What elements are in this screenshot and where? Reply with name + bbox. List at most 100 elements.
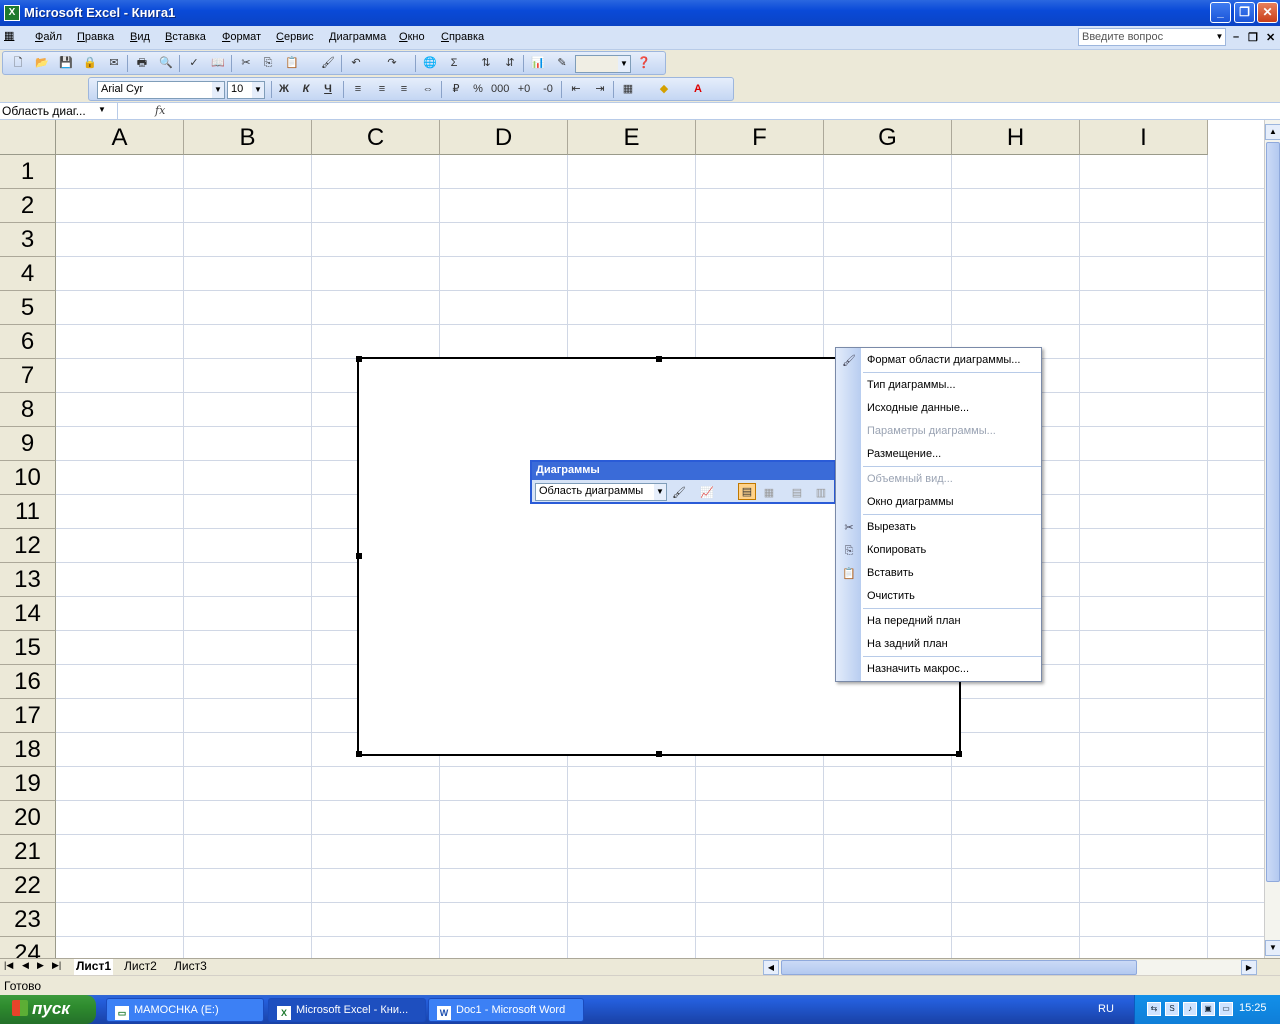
row-header[interactable]: 24 <box>0 937 56 958</box>
next-sheet-icon[interactable]: ▶ <box>37 960 44 971</box>
minimize-button[interactable]: _ <box>1210 2 1231 23</box>
save-icon[interactable]: 💾 <box>57 55 75 72</box>
doc-minimize-button[interactable]: – <box>1233 31 1239 43</box>
row-header[interactable]: 12 <box>0 529 56 563</box>
scroll-down-icon[interactable]: ▼ <box>1265 940 1280 956</box>
undo-icon[interactable]: ↶ <box>347 55 365 72</box>
menu-item-chart-window[interactable]: Окно диаграммы <box>867 496 954 508</box>
open-icon[interactable]: 📂 <box>33 55 51 72</box>
decrease-decimal-icon[interactable]: -0 <box>539 81 557 98</box>
menu-format[interactable]: Формат <box>222 31 261 43</box>
increase-decimal-icon[interactable]: +0 <box>515 81 533 98</box>
menu-item-chart-type[interactable]: Тип диаграммы... <box>867 379 956 391</box>
column-header[interactable]: D <box>440 120 568 155</box>
font-color-icon[interactable]: A <box>689 81 707 98</box>
underline-button[interactable]: Ч <box>319 81 337 98</box>
resize-handle[interactable] <box>956 751 962 757</box>
menu-item-location[interactable]: Размещение... <box>867 448 941 460</box>
sort-asc-icon[interactable]: ⇅ <box>477 55 495 72</box>
task-button-excel[interactable]: X Microsoft Excel - Кни... <box>268 998 426 1022</box>
cut-icon[interactable]: ✂ <box>237 55 255 72</box>
row-header[interactable]: 1 <box>0 155 56 189</box>
drawing-icon[interactable]: ✎ <box>553 55 571 72</box>
increase-indent-icon[interactable]: ⇥ <box>591 81 609 98</box>
permission-icon[interactable]: 🔒 <box>81 55 99 72</box>
percent-icon[interactable]: % <box>469 81 487 98</box>
borders-icon[interactable]: ▦ <box>619 81 637 98</box>
zoom-combo[interactable]: ▼ <box>575 55 631 73</box>
italic-button[interactable]: К <box>297 81 315 98</box>
by-row-icon[interactable]: ▤ <box>788 485 806 502</box>
align-center-icon[interactable]: ≡ <box>373 81 391 98</box>
first-sheet-icon[interactable]: |◀ <box>4 960 13 971</box>
row-header[interactable]: 4 <box>0 257 56 291</box>
column-header[interactable]: A <box>56 120 184 155</box>
maximize-button[interactable]: ❐ <box>1234 2 1255 23</box>
row-header[interactable]: 8 <box>0 393 56 427</box>
menu-item-bring-to-front[interactable]: На передний план <box>867 615 961 627</box>
new-icon[interactable]: 🗋 <box>9 55 27 72</box>
column-header[interactable]: F <box>696 120 824 155</box>
column-header[interactable]: H <box>952 120 1080 155</box>
row-header[interactable]: 22 <box>0 869 56 903</box>
row-header[interactable]: 19 <box>0 767 56 801</box>
vertical-scroll-thumb[interactable] <box>1266 142 1280 882</box>
menu-edit[interactable]: Правка <box>77 31 114 43</box>
scroll-right-icon[interactable]: ▶ <box>1241 960 1257 975</box>
menu-item-send-to-back[interactable]: На задний план <box>867 638 948 650</box>
merge-center-icon[interactable]: ⇔ <box>419 81 437 98</box>
doc-close-button[interactable]: ✕ <box>1266 31 1275 44</box>
row-header[interactable]: 9 <box>0 427 56 461</box>
menu-window[interactable]: Окно <box>399 31 425 43</box>
paste-icon[interactable]: 📋 <box>283 55 301 72</box>
menu-item-copy[interactable]: Копировать <box>867 544 926 556</box>
sheet-tab-3[interactable]: Лист3 <box>172 959 209 975</box>
thousands-icon[interactable]: 000 <box>491 81 509 98</box>
menu-item-assign-macro[interactable]: Назначить макрос... <box>867 663 969 675</box>
row-header[interactable]: 6 <box>0 325 56 359</box>
scroll-up-icon[interactable]: ▲ <box>1265 124 1280 140</box>
row-header[interactable]: 15 <box>0 631 56 665</box>
legend-icon[interactable]: ▤ <box>738 483 756 500</box>
menu-chart[interactable]: Диаграмма <box>329 31 386 43</box>
decrease-indent-icon[interactable]: ⇤ <box>567 81 585 98</box>
column-header[interactable]: E <box>568 120 696 155</box>
language-indicator[interactable]: RU <box>1098 1003 1114 1015</box>
data-table-icon[interactable]: ▦ <box>760 485 778 502</box>
resize-handle[interactable] <box>656 751 662 757</box>
document-icon[interactable]: ▦ <box>4 29 14 42</box>
row-header[interactable]: 23 <box>0 903 56 937</box>
row-header[interactable]: 21 <box>0 835 56 869</box>
horizontal-scroll-thumb[interactable] <box>781 960 1137 975</box>
menu-file[interactable]: Файл <box>35 31 62 43</box>
task-button-drive[interactable]: ▭ МАМОСНКА (E:) <box>106 998 264 1022</box>
name-box[interactable]: Область диаг... ▼ <box>0 103 118 120</box>
row-header[interactable]: 14 <box>0 597 56 631</box>
by-column-icon[interactable]: ▥ <box>812 485 830 502</box>
chart-type-icon[interactable]: 📈 <box>698 485 716 502</box>
format-painter-icon[interactable]: 🖌 <box>319 55 337 72</box>
menu-item-clear[interactable]: Очистить <box>867 590 915 602</box>
ask-question-input[interactable]: Введите вопрос <box>1078 28 1226 46</box>
column-header[interactable]: I <box>1080 120 1208 155</box>
preview-icon[interactable]: 🔍 <box>157 55 175 72</box>
resize-handle[interactable] <box>356 553 362 559</box>
currency-icon[interactable]: ₽ <box>447 81 465 98</box>
align-left-icon[interactable]: ≡ <box>349 81 367 98</box>
menu-item-source-data[interactable]: Исходные данные... <box>867 402 969 414</box>
chevron-down-icon[interactable]: ▼ <box>1214 29 1225 45</box>
menu-view[interactable]: Вид <box>130 31 150 43</box>
font-combo[interactable]: Arial Cyr ▼ <box>97 81 225 99</box>
doc-restore-button[interactable]: ❐ <box>1248 31 1258 44</box>
select-all-corner[interactable] <box>0 120 56 155</box>
redo-icon[interactable]: ↷ <box>383 55 401 72</box>
close-button[interactable]: ✕ <box>1257 2 1278 23</box>
bold-button[interactable]: Ж <box>275 81 293 98</box>
row-header[interactable]: 11 <box>0 495 56 529</box>
chart-toolbar-title[interactable]: Диаграммы <box>532 462 834 480</box>
format-chart-icon[interactable]: 🖌 <box>670 485 688 502</box>
sheet-tab-2[interactable]: Лист2 <box>122 959 159 975</box>
chevron-down-icon[interactable]: ▼ <box>98 105 106 114</box>
start-button[interactable]: пуск <box>0 995 96 1024</box>
help-icon[interactable]: ❓ <box>635 55 653 72</box>
